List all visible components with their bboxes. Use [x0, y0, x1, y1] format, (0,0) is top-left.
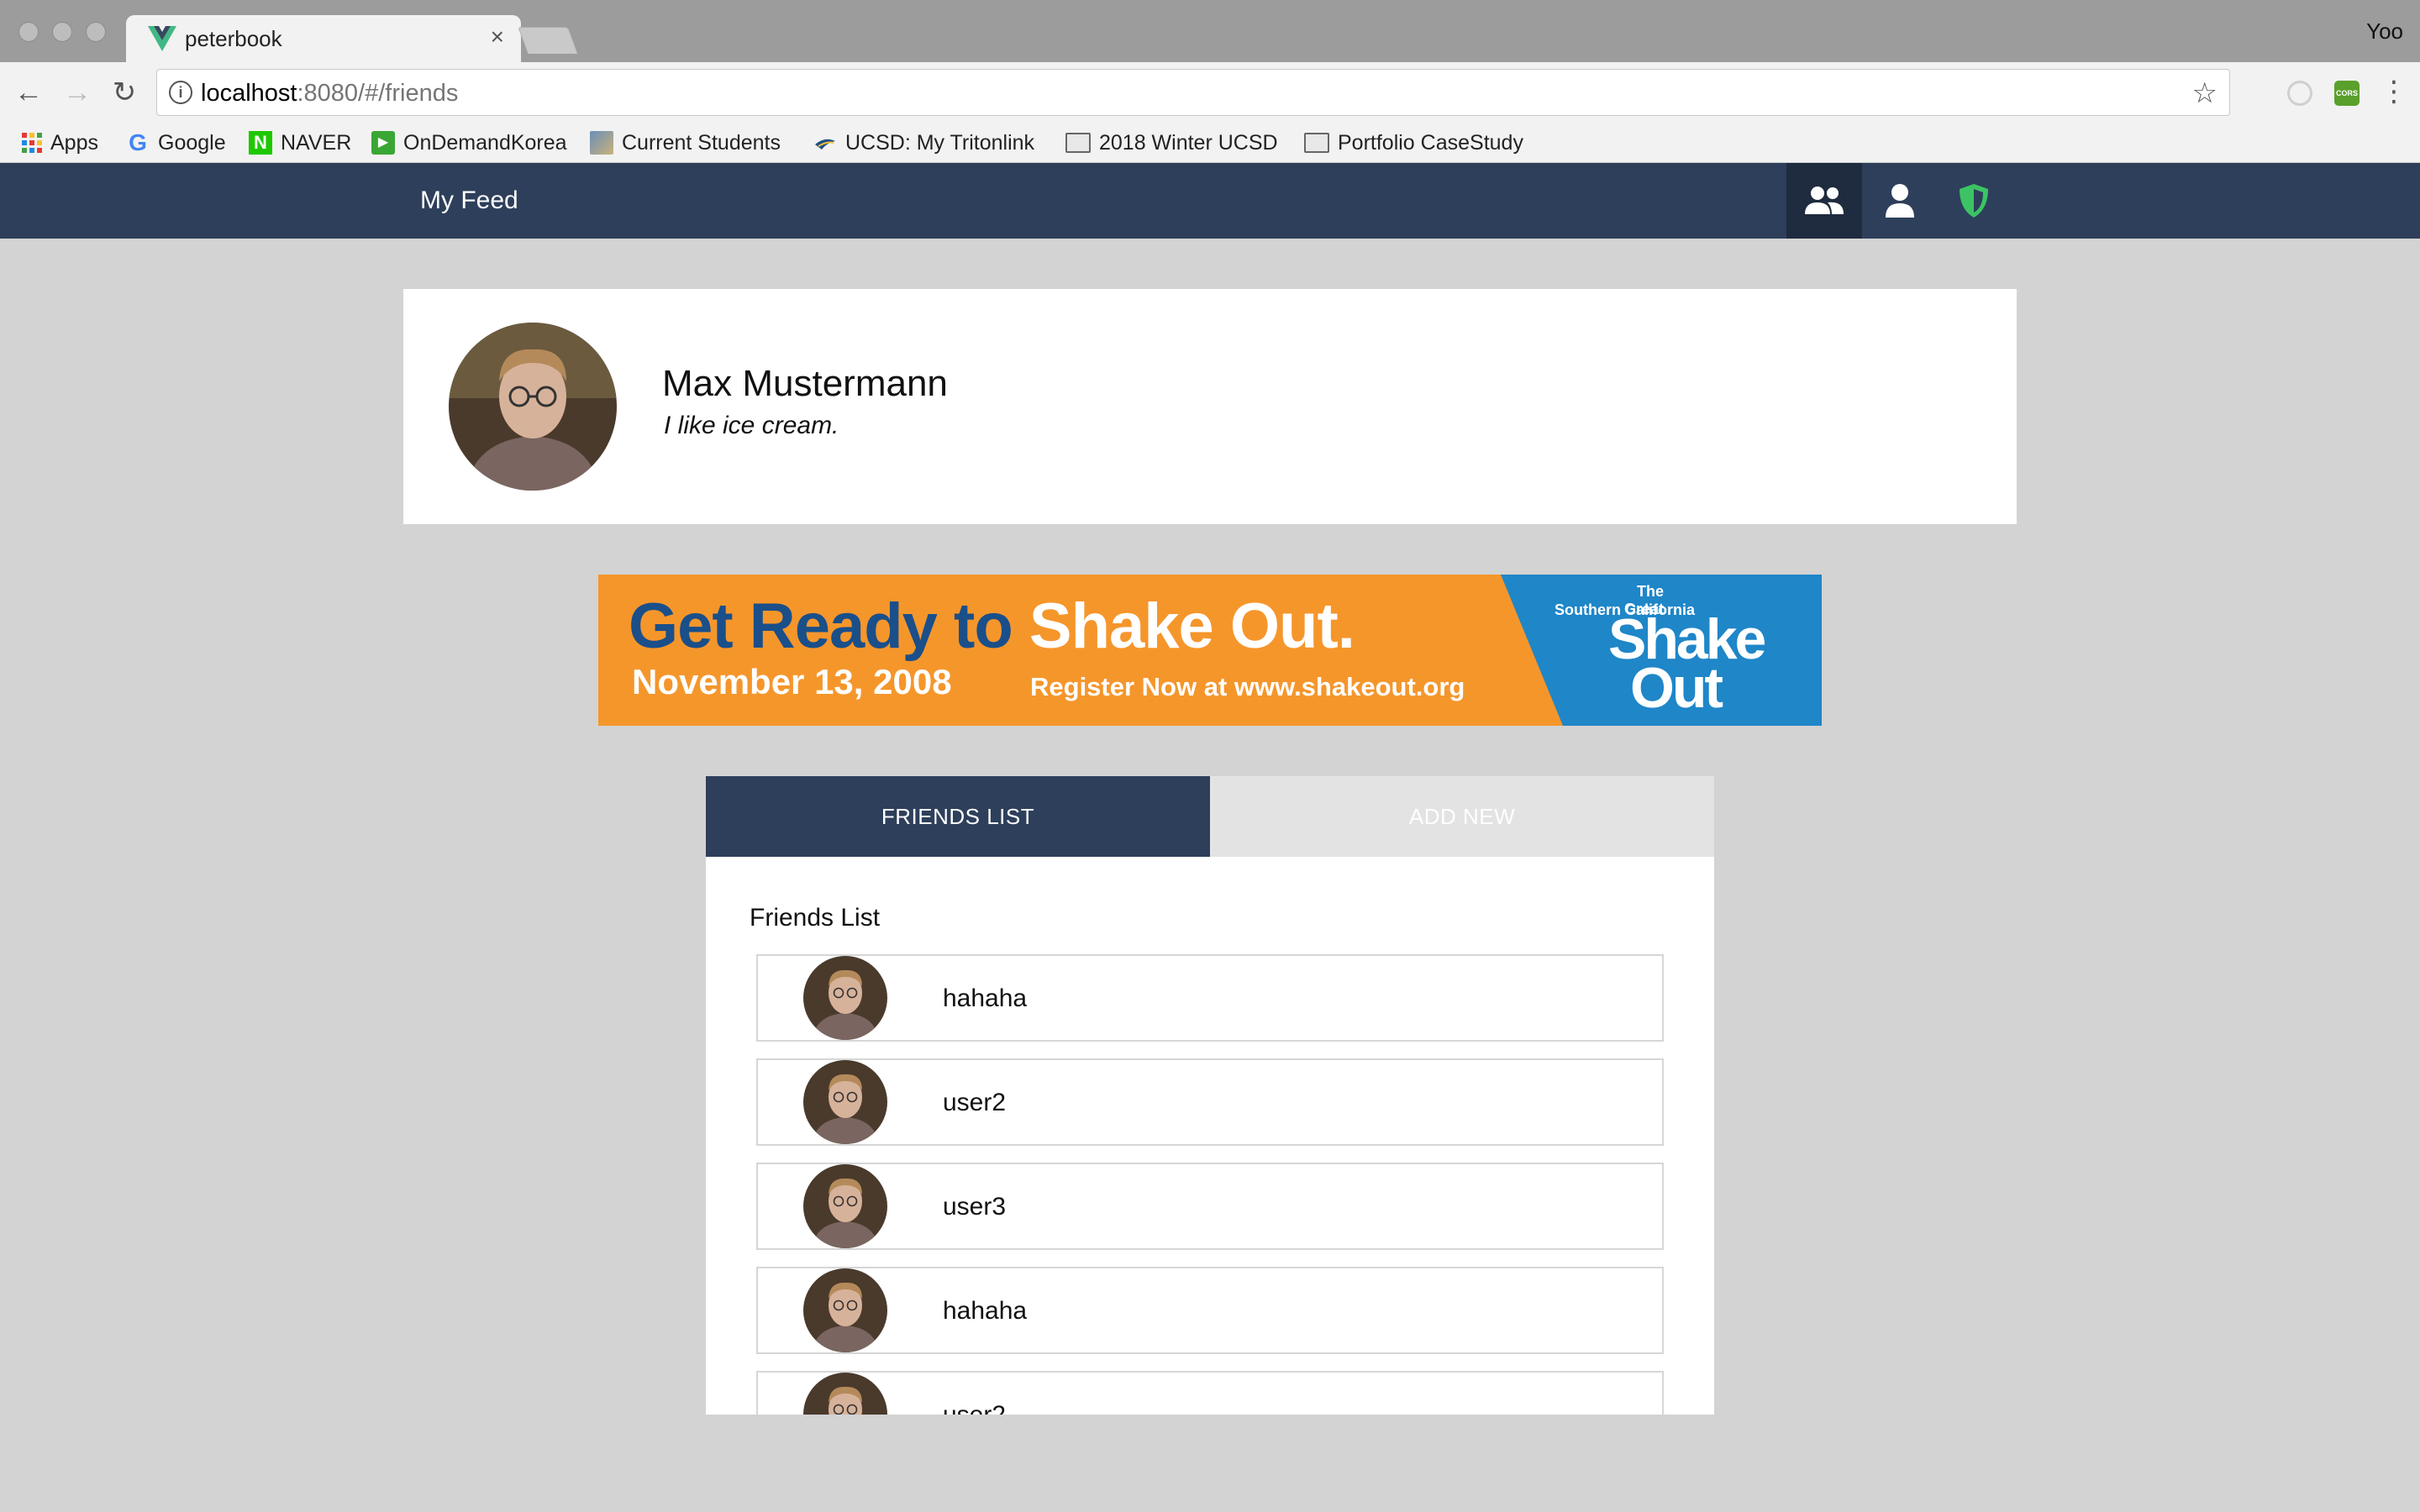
google-icon: G	[129, 129, 147, 155]
shield-icon	[1960, 184, 1988, 218]
friend-avatar	[803, 1373, 887, 1415]
browser-tab-strip: peterbook × Yoo	[0, 0, 2420, 62]
tab-title: peterbook	[185, 26, 282, 51]
tritonlink-icon	[815, 139, 835, 150]
bookmark-naver[interactable]: N NAVER	[249, 128, 351, 158]
friend-name: hahaha	[943, 984, 1028, 1012]
address-bar[interactable]: i localhost:8080/#/friends ☆	[156, 69, 2230, 116]
friends-icon	[1805, 186, 1844, 214]
friend-name: user2	[943, 1089, 1007, 1116]
bookmark-current-students[interactable]: Current Students	[590, 128, 781, 158]
menu-kebab-icon[interactable]: ⋮	[2380, 77, 2408, 106]
new-tab-button[interactable]	[518, 27, 578, 54]
bookmarks-bar: Apps G Google N NAVER ▶ OnDemandKorea Cu…	[0, 123, 2420, 163]
bookmark-folder-portfolio[interactable]: Portfolio CaseStudy	[1304, 128, 1523, 158]
bookmark-label: OnDemandKorea	[403, 130, 567, 155]
bookmark-label: UCSD: My Tritonlink	[845, 130, 1035, 155]
bookmark-folder-winter-ucsd[interactable]: 2018 Winter UCSD	[1065, 128, 1278, 158]
friend-row[interactable]: user2	[756, 1371, 1664, 1415]
nav-friends-button[interactable]	[1786, 163, 1862, 239]
friend-name: hahaha	[943, 1297, 1028, 1325]
url-path: :8080/#/friends	[297, 80, 459, 107]
banner-register-text: Register Now at www.shakeout.org	[1030, 672, 1465, 701]
nav-my-feed-link[interactable]: My Feed	[420, 186, 518, 215]
site-info-icon[interactable]: i	[169, 81, 192, 104]
banner-date: November 13, 2008	[632, 662, 952, 701]
friend-avatar	[803, 1164, 887, 1248]
friends-list-heading: Friends List	[750, 904, 881, 932]
avatar	[449, 323, 617, 491]
friend-name: user3	[943, 1193, 1007, 1221]
tab-friends-list[interactable]: FRIENDS LIST	[706, 776, 1210, 857]
url-host: localhost	[201, 80, 297, 107]
tab-close-icon[interactable]: ×	[491, 24, 504, 50]
vue-favicon-icon	[148, 26, 176, 51]
reload-icon[interactable]: ↻	[108, 76, 141, 109]
bookmark-star-icon[interactable]: ☆	[2192, 76, 2217, 110]
bookmark-label: Google	[158, 130, 226, 155]
friends-tabbar: FRIENDS LIST ADD NEW	[706, 776, 1714, 857]
shakeout-ad-banner[interactable]: Get Ready to Shake Out. November 13, 200…	[598, 575, 1822, 726]
friend-name: user2	[943, 1401, 1006, 1415]
browser-toolbar: ← → ↻ i localhost:8080/#/friends ☆ CORS …	[0, 62, 2420, 123]
browser-tab-active[interactable]: peterbook ×	[126, 15, 521, 62]
tab-add-new[interactable]: ADD NEW	[1210, 776, 1714, 857]
friend-row[interactable]: hahaha	[756, 1267, 1664, 1354]
nav-profile-button[interactable]	[1862, 163, 1938, 239]
bookmark-google[interactable]: G Google	[126, 128, 226, 158]
friend-row[interactable]: hahaha	[756, 954, 1664, 1042]
banner-headline: Get Ready to Shake Out.	[629, 590, 1355, 663]
friend-avatar	[803, 1268, 887, 1352]
naver-icon: N	[249, 131, 272, 155]
bookmark-ondemandkorea[interactable]: ▶ OnDemandKorea	[371, 128, 567, 158]
window-zoom-control[interactable]	[86, 22, 106, 42]
banner-headline-part2: Shake Out.	[1028, 591, 1355, 662]
address-url[interactable]: localhost:8080/#/friends	[201, 80, 458, 108]
bookmark-label: Portfolio CaseStudy	[1338, 130, 1523, 155]
generic-extension-icon[interactable]	[2287, 81, 2312, 106]
current-students-icon	[590, 131, 613, 155]
bookmark-label: NAVER	[281, 130, 352, 155]
profile-name: Max Mustermann	[662, 363, 948, 404]
friend-row[interactable]: user2	[756, 1058, 1664, 1146]
window-close-control[interactable]	[18, 22, 39, 42]
bookmark-label: Current Students	[622, 130, 781, 155]
user-icon	[1886, 184, 1914, 218]
friend-avatar	[803, 1060, 887, 1144]
folder-icon	[1304, 133, 1329, 153]
browser-profile-name[interactable]: Yoo	[2366, 18, 2403, 45]
bookmark-label: 2018 Winter UCSD	[1099, 130, 1278, 155]
app-navbar: My Feed	[0, 163, 2420, 239]
profile-bio: I like ice cream.	[664, 412, 839, 439]
apps-grid-icon	[22, 133, 42, 153]
bookmark-tritonlink[interactable]: UCSD: My Tritonlink	[813, 128, 1034, 158]
ondemandkorea-icon: ▶	[371, 131, 395, 155]
nav-security-button[interactable]	[1936, 163, 2012, 239]
window-minimize-control[interactable]	[52, 22, 72, 42]
bookmark-apps[interactable]: Apps	[22, 128, 98, 158]
back-arrow-icon[interactable]: ←	[12, 76, 45, 109]
banner-logo-out: Out	[1630, 656, 1723, 720]
forward-arrow-icon[interactable]: →	[60, 76, 94, 109]
cors-extension-icon[interactable]: CORS	[2334, 81, 2360, 106]
banner-headline-part1: Get Ready to	[629, 591, 1029, 662]
friends-panel: FRIENDS LIST ADD NEW Friends List hahaha…	[706, 776, 1714, 1415]
profile-card: Max Mustermann I like ice cream.	[403, 289, 2017, 524]
friend-row[interactable]: user3	[756, 1163, 1664, 1250]
folder-icon	[1065, 133, 1091, 153]
friend-avatar	[803, 956, 887, 1040]
bookmark-label: Apps	[50, 130, 98, 155]
